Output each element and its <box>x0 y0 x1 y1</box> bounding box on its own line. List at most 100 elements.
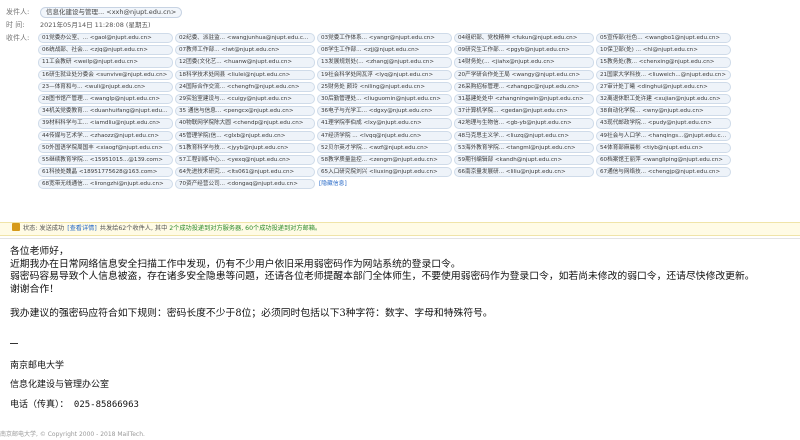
signature-divider <box>10 343 18 344</box>
recipient-chip[interactable]: 32离退休职工处许建 <xujian@njupt.edu.cn> <box>596 93 731 105</box>
recipient-chip[interactable]: 67通信与网络技... <chengjp@njupt.edu.cn> <box>596 167 731 178</box>
recipient-list: 01党委办公室、... <gaol@njupt.edu.cn> 02纪委、派驻监.… <box>38 33 798 190</box>
recipient-chip[interactable]: 44传媒与艺术学... <zhaozz@njupt.edu.cn> <box>38 130 173 141</box>
recipient-row: 28图书馆产管理... <wanglp@njupt.edu.cn> 29实验室建设… <box>38 93 798 105</box>
signature-dept: 信息化建设与管理办公室 <box>10 380 110 390</box>
recipient-row: 06统战部、社会... <zjq@njupt.edu.cn> 07教师工作部...… <box>38 45 798 56</box>
recipient-chip[interactable]: 36电子与光学工... <dgxy@njupt.edu.cn> <box>317 106 452 117</box>
recipient-chip[interactable]: 16研生就业处分委会 <sunvive@njupt.edu.cn> <box>38 69 173 80</box>
mail-header: 发件人: 信息化建设与管理... <xxh@njupt.edu.cn> 时 间:… <box>0 0 800 246</box>
from-label: 发件人: <box>6 8 30 16</box>
to-label: 收件人: <box>6 34 30 42</box>
recipient-chip[interactable]: 15教务处(教... <chenxing@njupt.edu.cn> <box>596 57 731 68</box>
greeting: 各位老师好， <box>10 246 69 257</box>
recipient-chip[interactable]: 07教师工作部... <lwt@njupt.edu.cn> <box>175 45 315 56</box>
recipient-row: 50外国语学院周国丰 <xiaogf@njupt.edu.cn> 51教育科学与技… <box>38 142 798 153</box>
recipient-chip[interactable]: 21国家大学科技... <liuweich...@njupt.edu.cn> <box>596 69 731 80</box>
status-icon <box>12 223 20 231</box>
recipient-row: 44传媒与艺术学... <zhaozz@njupt.edu.cn> 45管理学院(… <box>38 130 798 141</box>
recipient-chip[interactable]: 42地理与生物信... <gb-yb@njupt.edu.cn> <box>454 118 594 129</box>
recipient-chip[interactable]: 24国际合作交流... <chengfn@njupt.edu.cn> <box>175 81 315 92</box>
recipient-chip[interactable]: 09研究生工作部... <pgyb@njupt.edu.cn> <box>454 45 594 56</box>
recipient-chip[interactable]: 14财务处(... <jiahx@njupt.edu.cn> <box>454 57 594 68</box>
recipient-chip[interactable]: 11工会教研 <weilp@njupt.edu.cn> <box>38 57 173 68</box>
recipient-row: 61科技处魏晶 <18951775628@163.com> 64先进技术研究...… <box>38 167 798 178</box>
recipient-chip[interactable]: 28图书馆产管理... <wanglp@njupt.edu.cn> <box>38 93 173 105</box>
recipient-chip[interactable]: 45管理学院(信... <glxb@njupt.edu.cn> <box>175 130 315 141</box>
recipient-chip[interactable]: 53海外教育学院... <tangml@njupt.edu.cn> <box>454 142 594 153</box>
recipient-chip[interactable]: 66南京量发展研... <liliu@njupt.edu.cn> <box>454 167 594 178</box>
recipient-chip[interactable]: 06统战部、社会... <zjq@njupt.edu.cn> <box>38 45 173 56</box>
paragraph-4: 我办建议的强密码应符合如下规则：密码长度不少于8位；必须同时包括以下3种字符：数… <box>10 308 493 319</box>
recipient-chip[interactable]: 12团委(文化艺... <huanw@njupt.edu.cn> <box>175 57 315 68</box>
recipient-row: 39材料科学与工... <iamdliu@njupt.edu.cn> 40物联网学… <box>38 118 798 129</box>
recipient-chip[interactable]: 08学生工作部... <zjj@njupt.edu.cn> <box>317 45 452 56</box>
recipient-chip[interactable]: 39材料科学与工... <iamdliu@njupt.edu.cn> <box>38 118 173 129</box>
recipient-chip[interactable]: 51教育科学与技... <jyyb@njupt.edu.cn> <box>175 142 315 153</box>
recipient-chip[interactable]: 01党委办公室、... <gaol@njupt.edu.cn> <box>38 33 173 44</box>
recipient-chip[interactable]: 49社会与人口学... <hanqings...@njupt.edu.cn> <box>596 130 731 141</box>
signature-org: 南京邮电大学 <box>10 361 65 371</box>
recipient-chip[interactable]: 25财务处 颜玲 <niling@njupt.edu.cn> <box>317 81 452 92</box>
recipient-row: 55继续教育学院... <15951015...@139.com> 57工程训练中… <box>38 154 798 166</box>
recipient-chip[interactable]: 52贝尔英才学院... <wzf@njupt.edu.cn> <box>317 142 452 153</box>
recipient-chip[interactable]: 64先进技术研究... <lts061@njupt.edu.cn> <box>175 167 315 178</box>
recipient-chip[interactable]: 02纪委、派驻监... <wangjunhua@njupt.edu.cn> <box>175 33 315 44</box>
recipient-chip[interactable]: 43现代邮政学院... <pudy@njupt.edu.cn> <box>596 118 731 129</box>
recipient-chip[interactable]: 68宽带无线通信... <lirongzhi@njupt.edu.cn> <box>38 179 173 190</box>
recipient-chip[interactable]: 04组织部、党校精神 <fukun@njupt.edu.cn> <box>454 33 594 44</box>
recipient-row: 34机关党委教育... <duanhuifang@njupt.edu.cn> 35… <box>38 106 798 117</box>
sender-chip[interactable]: 信息化建设与管理... <xxh@njupt.edu.cn> <box>40 7 183 18</box>
recipient-chip[interactable]: 05宣传部(社色... <wangbo1@njupt.edu.cn> <box>596 33 731 44</box>
time-label: 时 间: <box>6 21 25 29</box>
recipient-row: 16研生就业处分委会 <sunvive@njupt.edu.cn> 18科学技术处… <box>38 69 798 80</box>
recipient-chip[interactable]: 57工程训练中心... <yexq@njupt.edu.cn> <box>175 154 315 166</box>
recipient-chip[interactable]: 18科学技术处网县 <liulei@njupt.edu.cn> <box>175 69 315 80</box>
recipient-chip[interactable]: 48马克思主义学... <liuzq@njupt.edu.cn> <box>454 130 594 141</box>
hide-info-link[interactable]: [隐藏信息] <box>319 179 347 189</box>
recipient-row: 23—体育和与... <wuli@njupt.edu.cn> 24国际合作交流..… <box>38 81 798 92</box>
recipient-chip[interactable]: 20产学研合作处王局 <wangy@njupt.edu.cn> <box>454 69 594 80</box>
recipient-chip[interactable]: 54体育部麻晨彬 <tiyb@njupt.edu.cn> <box>596 142 731 153</box>
recipient-chip[interactable]: 35 通信与信息... <pengcx@njupt.edu.cn> <box>175 106 315 117</box>
recipient-chip[interactable]: 10保卫部(处) ... <hl@njupt.edu.cn> <box>596 45 731 56</box>
status-count: 共发给62个收件人, 其中 <box>99 225 168 232</box>
recipient-chip[interactable]: 29实验室建设与... <cuigy@njupt.edu.cn> <box>175 93 315 105</box>
recipient-chip[interactable]: 55继续教育学院... <15951015...@139.com> <box>38 154 173 166</box>
recipient-chip[interactable]: 65入口研究院刘兴 <liuxing@njupt.edu.cn> <box>317 167 452 178</box>
recipient-chip[interactable]: 60档案馆王丽萍 <wangliping@njupt.edu.cn> <box>596 154 731 166</box>
recipient-chip[interactable]: 40物联网学院陈大圆 <chendp@njupt.edu.cn> <box>175 118 315 129</box>
recipient-chip[interactable]: 41理学院李伯成 <lxy@njupt.edu.cn> <box>317 118 452 129</box>
recipient-chip[interactable]: 50外国语学院周国丰 <xiaogf@njupt.edu.cn> <box>38 142 173 153</box>
header-divider <box>0 238 800 239</box>
recipient-chip[interactable]: 13发展规划处(... <zhangj@njupt.edu.cn> <box>317 57 452 68</box>
status-success: 2个成功投递到对方服务器, 60个成功投递到对方邮箱。 <box>169 225 322 232</box>
recipient-chip[interactable]: 58教学质量监控... <zengm@njupt.edu.cn> <box>317 154 452 166</box>
recipient-chip[interactable]: 26采购招标管理... <zhangpc@njupt.edu.cn> <box>454 81 594 92</box>
recipient-chip[interactable]: 03党委工作体系... <yangr@njupt.edu.cn> <box>317 33 452 44</box>
paragraph-1: 近期我办在日常网络信息安全扫描工作中发现，仍有不少用户依旧采用弱密码作为网站系统… <box>10 258 461 270</box>
recipient-chip[interactable]: 37计算机学院... <gedan@njupt.edu.cn> <box>454 106 594 117</box>
time-value: 2021年05月14日 11:28:08 (星期五) <box>40 21 151 29</box>
recipient-chip[interactable]: 31基建处处中 <zhangningwin@njupt.edu.cn> <box>454 93 594 105</box>
footer-copyright: 南京邮电大学, © Copyright 2000 - 2018 MailTech… <box>0 431 145 438</box>
recipient-chip[interactable]: 61科技处魏晶 <18951775628@163.com> <box>38 167 173 178</box>
recipient-row: 68宽带无线通信... <lirongzhi@njupt.edu.cn> 70资产… <box>38 179 798 190</box>
recipient-chip[interactable]: 47经济学院 ... <lvqq@njupt.edu.cn> <box>317 130 452 141</box>
send-status-bar: 状态: 发送成功 [查看详情] 共发给62个收件人, 其中 2个成功投递到对方服务器… <box>0 222 800 236</box>
recipient-chip[interactable]: 38自动化学院... <wny@njupt.edu.cn> <box>596 106 731 117</box>
recipient-chip[interactable]: 34机关党委教育... <duanhuifang@njupt.edu.cn> <box>38 106 173 117</box>
recipient-chip[interactable]: 27审计处丁曦 <dinghui@njupt.edu.cn> <box>596 81 731 92</box>
status-prefix: 状态: 发送成功 <box>23 225 65 232</box>
recipient-chip[interactable]: 59期刊编辑部 <kandh@njupt.edu.cn> <box>454 154 594 166</box>
recipient-chip[interactable]: 19社会科学处网瓦浮 <lyq@njupt.edu.cn> <box>317 69 452 80</box>
recipient-chip[interactable]: 23—体育和与... <wuli@njupt.edu.cn> <box>38 81 173 92</box>
view-details-link[interactable]: [查看详情] <box>67 225 97 232</box>
paragraph-2: 弱密码容易导致个人信息被盗，存在诸多安全隐患等问题，还请各位老师提醒本部门全体师… <box>10 271 755 282</box>
recipient-row: 11工会教研 <weilp@njupt.edu.cn> 12团委(文化艺... <… <box>38 57 798 68</box>
signature-phone: 电话（传真）： 025-85866963 <box>10 400 139 410</box>
paragraph-3: 谢谢合作！ <box>10 283 59 295</box>
recipient-chip[interactable]: 70资产经营公司... <dongaq@njupt.edu.cn> <box>175 179 315 190</box>
mail-body: 各位老师好， 近期我办在日常网络信息安全扫描工作中发现，仍有不少用户依旧采用弱密… <box>10 246 790 321</box>
recipient-chip[interactable]: 30后勤管理处... <liuguomin@njupt.edu.cn> <box>317 93 452 105</box>
